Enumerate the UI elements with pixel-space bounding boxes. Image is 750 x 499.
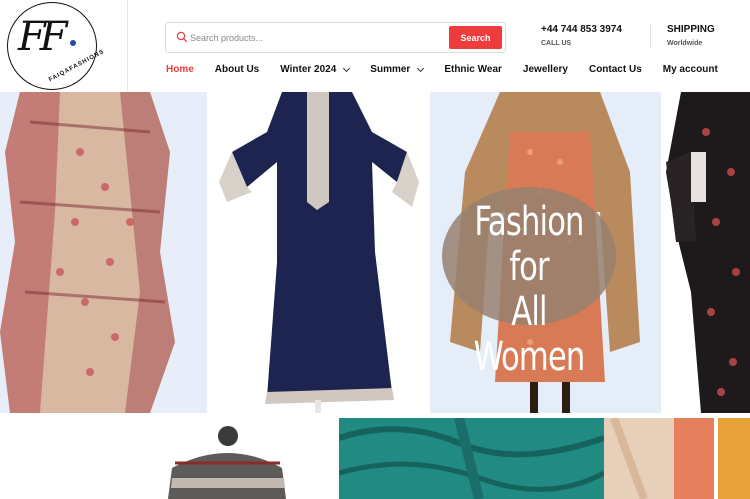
category-card-winter[interactable]	[0, 418, 337, 499]
nav-label: Winter 2024	[280, 64, 337, 75]
logo-letters: FF	[18, 14, 67, 60]
beanie-illustration	[168, 426, 286, 499]
shawl-illustration	[0, 92, 175, 413]
nav-item-winter-2024[interactable]: Winter 2024	[280, 64, 351, 75]
category-card-embroidered[interactable]	[339, 418, 604, 499]
search-button[interactable]: Search	[449, 26, 502, 49]
search-icon	[176, 31, 188, 43]
nav-label: Ethnic Wear	[444, 64, 502, 75]
header-divider	[650, 24, 651, 48]
nav-item-home[interactable]: Home	[166, 64, 194, 75]
nav-item-about-us[interactable]: About Us	[215, 64, 259, 75]
hero-image-floral-dress	[661, 92, 750, 413]
hero-tagline: Fashion for All Women	[455, 200, 603, 380]
nav-label: Home	[166, 64, 194, 75]
category-card-pastel[interactable]	[604, 418, 714, 499]
contact-info: +44 744 853 3974 CALL US	[541, 24, 622, 47]
hero-image-shawl	[0, 92, 207, 413]
teal-fabric-illustration	[339, 418, 604, 499]
nav-label: Summer	[370, 64, 411, 75]
search-input[interactable]	[190, 27, 445, 49]
nav-item-my-account[interactable]: My account	[663, 64, 718, 75]
phone-caption: CALL US	[541, 40, 572, 47]
main-nav: Home About Us Winter 2024 Summer Ethnic …	[166, 64, 739, 75]
featured-categories	[0, 413, 750, 499]
chevron-down-icon	[417, 64, 425, 72]
shipping-caption: Worldwide	[667, 40, 703, 47]
nav-label: Contact Us	[588, 64, 642, 75]
category-card-yellow[interactable]	[718, 418, 750, 499]
logo-dot	[70, 40, 76, 46]
logo[interactable]: FF FAIQAFASHIONS	[0, 0, 128, 92]
pastel-fabric-illustration	[604, 418, 714, 499]
nav-label: Jewellery	[522, 64, 568, 75]
velvet-dress-illustration	[219, 92, 419, 413]
hero-banner[interactable]: Fashion for All Women	[0, 92, 750, 413]
shipping-info: SHIPPING Worldwide	[667, 24, 715, 47]
shipping-title: SHIPPING	[667, 24, 715, 35]
nav-item-contact-us[interactable]: Contact Us	[589, 64, 642, 75]
hero-image-velvet-dress	[207, 92, 430, 413]
floral-dress-illustration	[666, 92, 750, 413]
nav-item-jewellery[interactable]: Jewellery	[523, 64, 568, 75]
site-header: FF FAIQAFASHIONS Search +44 744 853 3974…	[0, 0, 750, 92]
nav-item-ethnic-wear[interactable]: Ethnic Wear	[444, 64, 502, 75]
phone-number[interactable]: +44 744 853 3974	[541, 24, 622, 35]
nav-label: My account	[662, 64, 718, 75]
chevron-down-icon	[343, 64, 351, 72]
nav-label: About Us	[214, 64, 260, 75]
nav-item-summer[interactable]: Summer	[370, 64, 425, 75]
hero-tagline-line2: All Women	[473, 289, 586, 380]
hero-tagline-line1: Fashion for	[474, 199, 584, 290]
search-bar: Search	[165, 22, 506, 53]
